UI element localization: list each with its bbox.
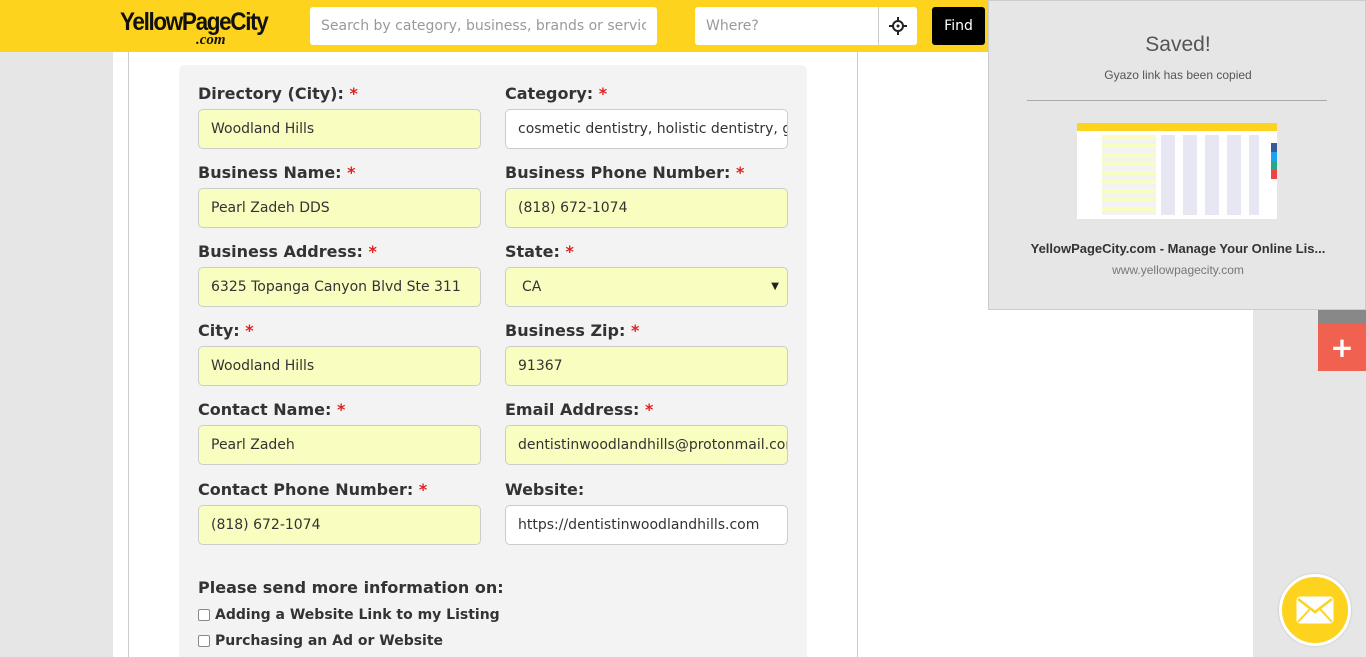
contact-name-label: Contact Name: * — [198, 400, 346, 419]
contact-name-field[interactable]: Pearl Zadeh — [198, 425, 481, 465]
zip-label: Business Zip: * — [505, 321, 640, 340]
more-info-heading: Please send more information on: — [198, 578, 504, 597]
directory-label: Directory (City): * — [198, 84, 358, 103]
contact-phone-label: Contact Phone Number: * — [198, 480, 428, 499]
dropdown-caret-icon: ▼ — [771, 281, 779, 292]
business-address-label: Business Address: * — [198, 242, 377, 261]
envelope-icon — [1296, 596, 1334, 624]
option-label: Purchasing an Ad or Website — [215, 633, 444, 649]
city-field[interactable]: Woodland Hills — [198, 346, 481, 386]
directory-field[interactable]: Woodland Hills — [198, 109, 481, 149]
website-label: Website: — [505, 480, 585, 499]
zip-field[interactable]: 91367 — [505, 346, 788, 386]
category-field[interactable]: cosmetic dentistry, holistic dentistry, … — [505, 109, 788, 149]
business-phone-field[interactable]: (818) 672-1074 — [505, 188, 788, 228]
add-button[interactable]: + — [1318, 324, 1366, 371]
contact-phone-field[interactable]: (818) 672-1074 — [198, 505, 481, 545]
checkbox[interactable] — [198, 609, 210, 621]
captured-page-url: www.yellowpagecity.com — [1112, 263, 1244, 277]
email-label: Email Address: * — [505, 400, 654, 419]
locate-me-button[interactable] — [878, 7, 917, 45]
checkbox[interactable] — [198, 635, 210, 647]
contact-mail-button[interactable] — [1279, 574, 1351, 646]
category-label: Category: * — [505, 84, 608, 103]
city-label: City: * — [198, 321, 254, 340]
location-input[interactable] — [695, 7, 878, 45]
screenshot-thumbnail[interactable] — [1077, 123, 1277, 219]
site-logo[interactable]: YellowPageCity .com — [120, 6, 269, 50]
logo-sub-text: .com — [196, 32, 226, 48]
captured-page-title: YellowPageCity.com - Manage Your Online … — [1030, 241, 1326, 256]
state-select[interactable]: CA ▼ — [505, 267, 788, 307]
business-address-field[interactable]: 6325 Topanga Canyon Blvd Ste 311 — [198, 267, 481, 307]
more-info-option-ad[interactable]: Purchasing an Ad or Website — [198, 633, 443, 649]
business-name-field[interactable]: Pearl Zadeh DDS — [198, 188, 481, 228]
more-info-option-website-link[interactable]: Adding a Website Link to my Listing — [198, 607, 500, 623]
website-field[interactable]: https://dentistinwoodlandhills.com — [505, 505, 788, 545]
option-label: Adding a Website Link to my Listing — [215, 607, 500, 623]
find-button[interactable]: Find — [932, 7, 985, 45]
link-copied-text: Gyazo link has been copied — [1104, 68, 1252, 82]
business-phone-label: Business Phone Number: * — [505, 163, 745, 182]
crosshair-icon — [889, 17, 907, 35]
saved-title: Saved! — [1145, 33, 1211, 56]
email-field[interactable]: dentistinwoodlandhills@protonmail.cor — [505, 425, 788, 465]
side-tab[interactable] — [1318, 310, 1366, 324]
search-input[interactable] — [310, 7, 657, 45]
divider — [1027, 100, 1327, 101]
business-name-label: Business Name: * — [198, 163, 356, 182]
state-value: CA — [522, 279, 542, 295]
logo-main-text: YellowPageCity — [120, 8, 269, 36]
plus-icon: + — [1330, 331, 1354, 364]
gyazo-saved-popup[interactable]: Saved! Gyazo link has been copied Yellow… — [988, 0, 1366, 310]
state-label: State: * — [505, 242, 574, 261]
